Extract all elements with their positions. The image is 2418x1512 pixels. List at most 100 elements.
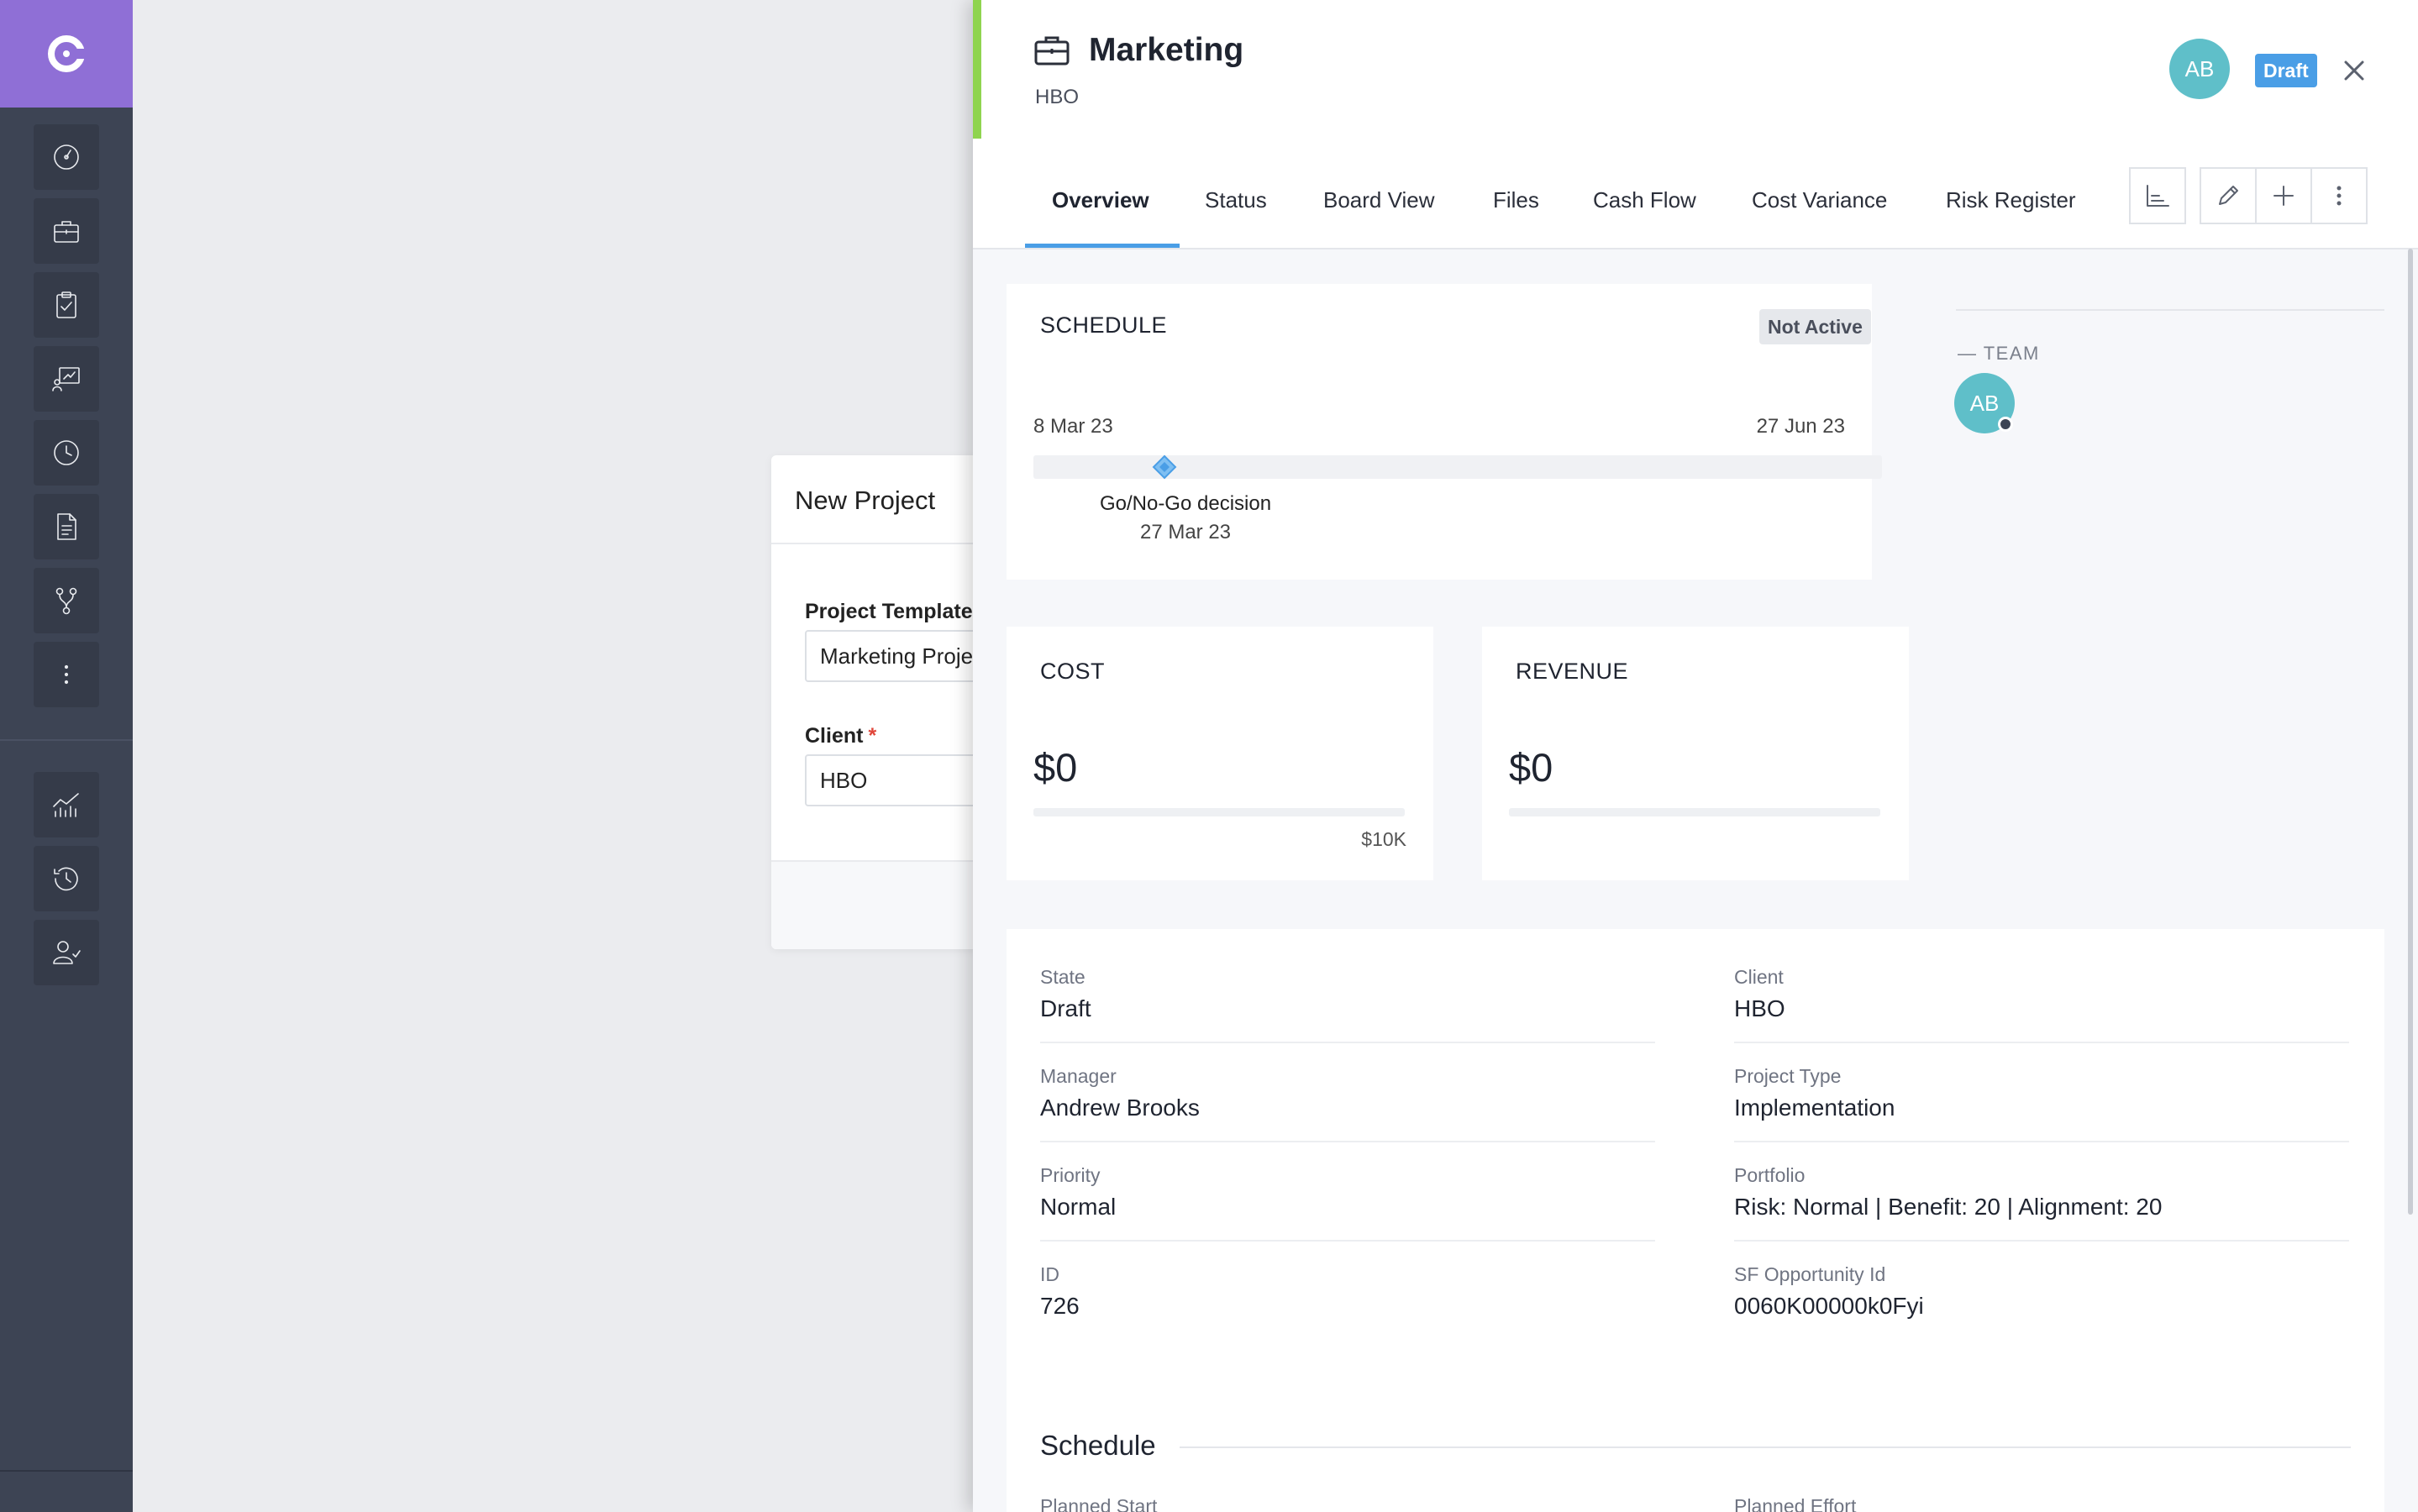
field-portfolio: Portfolio Risk: Normal | Benefit: 20 | A…	[1734, 1164, 2349, 1221]
new-project-dialog: New Project Project Template Marketing P…	[771, 455, 1007, 949]
workflow-icon[interactable]	[34, 568, 99, 633]
field-divider	[1734, 1141, 2349, 1142]
scrollbar[interactable]	[2408, 249, 2413, 1215]
schedule-status-badge: Not Active	[1759, 309, 1871, 344]
details-card: State Draft Client HBO Manager Andrew Br…	[1007, 929, 2384, 1512]
required-marker: *	[868, 724, 877, 748]
schedule-section-heading: Schedule	[1040, 1430, 1156, 1461]
panel-header: Marketing HBO AB Draft	[981, 0, 2418, 139]
more-icon[interactable]	[34, 642, 99, 707]
field-divider	[1040, 1240, 1655, 1242]
field-project-type: Project Type Implementation	[1734, 1065, 2349, 1121]
reports-icon[interactable]	[34, 346, 99, 412]
field-label: Portfolio	[1734, 1164, 1806, 1186]
field-label: ID	[1040, 1263, 1059, 1285]
field-label: Priority	[1040, 1164, 1101, 1186]
tab-cost-variance[interactable]: Cost Variance	[1752, 187, 1887, 213]
schedule-card: SCHEDULE Not Active 8 Mar 23 27 Jun 23 G…	[1007, 284, 1882, 580]
more-vertical-icon[interactable]	[2310, 167, 2368, 224]
field-value: Implementation	[1734, 1095, 1895, 1121]
status-badge: Draft	[2255, 54, 2317, 87]
field-divider	[1040, 1042, 1655, 1043]
client-label: Client *	[805, 724, 876, 748]
template-label: Project Template	[805, 600, 973, 623]
cost-progress-bar	[1033, 808, 1405, 816]
dialog-header-divider	[771, 543, 990, 544]
active-tab-indicator	[1025, 244, 1180, 248]
team-divider	[1956, 309, 2384, 311]
project-title: Marketing	[1089, 32, 1244, 68]
edit-icon[interactable]	[2200, 167, 2257, 224]
milestone-name: Go/No-Go decision	[1099, 492, 1272, 515]
field-client: Client HBO	[1734, 966, 2349, 1022]
cost-card-title: COST	[1040, 659, 1106, 684]
app-logo[interactable]	[0, 0, 133, 108]
tab-files[interactable]: Files	[1493, 187, 1539, 213]
field-divider	[1734, 1240, 2349, 1242]
user-check-icon[interactable]	[34, 920, 99, 985]
add-icon[interactable]	[2255, 167, 2312, 224]
milestone-date: 27 Mar 23	[1139, 521, 1232, 543]
tab-cash-flow[interactable]: Cash Flow	[1593, 187, 1696, 213]
cost-card: COST $0 $10K	[1007, 627, 1433, 880]
milestone-diamond-icon[interactable]	[1151, 454, 1178, 480]
dialog-footer	[771, 862, 990, 949]
field-label: SF Opportunity Id	[1734, 1263, 1886, 1285]
field-label: State	[1040, 966, 1085, 988]
field-priority: Priority Normal	[1040, 1164, 1655, 1221]
schedule-end-date: 27 Jun 23	[1756, 415, 1845, 438]
field-label: Project Type	[1734, 1065, 1842, 1087]
field-value: Risk: Normal | Benefit: 20 | Alignment: …	[1734, 1194, 2163, 1220]
planned-effort-label: Planned Effort	[1734, 1495, 1857, 1512]
projects-icon[interactable]	[34, 198, 99, 264]
tab-board-view[interactable]: Board View	[1323, 187, 1435, 213]
schedule-start-date: 8 Mar 23	[1033, 415, 1113, 438]
schedule-section-divider	[1180, 1446, 2351, 1448]
field-id: ID 726	[1040, 1263, 1655, 1320]
tab-status[interactable]: Status	[1205, 187, 1267, 213]
online-status-dot	[1998, 417, 2013, 432]
team-label: — TEAM	[1958, 343, 2040, 364]
planned-start-label: Planned Start	[1040, 1495, 1158, 1512]
cost-max-label: $10K	[1361, 828, 1406, 850]
revenue-progress-bar	[1509, 808, 1880, 816]
field-manager: Manager Andrew Brooks	[1040, 1065, 1655, 1121]
tasks-icon[interactable]	[34, 272, 99, 338]
dashboard-icon[interactable]	[34, 124, 99, 190]
sidebar-footer-divider	[0, 1470, 133, 1472]
sidebar-divider	[0, 739, 133, 741]
panel-accent-bar	[973, 0, 981, 139]
revenue-card-title: REVENUE	[1516, 659, 1629, 684]
project-client: HBO	[1035, 86, 1080, 108]
avatar[interactable]: AB	[2169, 39, 2230, 99]
field-divider	[1734, 1042, 2349, 1043]
timesheet-icon[interactable]	[34, 420, 99, 486]
project-panel: Marketing HBO AB Draft Overview Status B…	[973, 0, 2418, 1512]
tab-bar: Overview Status Board View Files Cash Fl…	[973, 139, 2418, 249]
briefcase-icon	[1034, 36, 1070, 66]
field-label: Client	[1734, 966, 1784, 988]
revenue-value: $0	[1509, 745, 1553, 790]
dialog-title: New Project	[795, 486, 936, 515]
field-value: Andrew Brooks	[1040, 1095, 1200, 1121]
chart-icon[interactable]	[2129, 167, 2186, 224]
sidebar	[0, 0, 133, 1512]
field-label: Manager	[1040, 1065, 1117, 1087]
field-value: Normal	[1040, 1194, 1117, 1220]
documents-icon[interactable]	[34, 494, 99, 559]
cost-value: $0	[1033, 745, 1078, 790]
tab-risk-register[interactable]: Risk Register	[1946, 187, 2076, 213]
history-icon[interactable]	[34, 846, 99, 911]
tab-overview[interactable]: Overview	[1052, 187, 1149, 213]
revenue-card: REVENUE $0	[1482, 627, 1909, 880]
field-value: 0060K00000k0Fyi	[1734, 1293, 1924, 1319]
field-state: State Draft	[1040, 966, 1655, 1022]
analytics-icon[interactable]	[34, 772, 99, 837]
close-icon[interactable]	[2336, 52, 2373, 89]
client-label-text: Client	[805, 724, 864, 748]
field-divider	[1040, 1141, 1655, 1142]
field-value: Draft	[1040, 995, 1091, 1021]
field-value: 726	[1040, 1293, 1080, 1319]
field-sf-opportunity-id: SF Opportunity Id 0060K00000k0Fyi	[1734, 1263, 2349, 1320]
schedule-card-title: SCHEDULE	[1040, 312, 1168, 338]
